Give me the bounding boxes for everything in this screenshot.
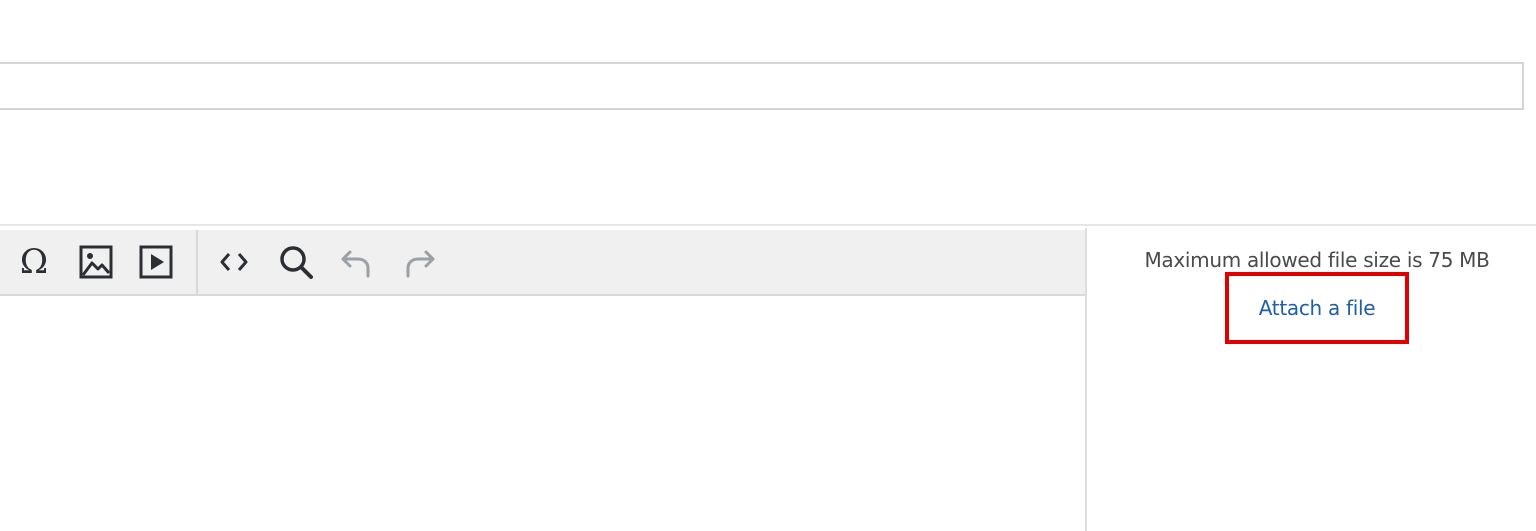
- source-code-button[interactable]: [214, 242, 254, 282]
- max-file-size-note: Maximum allowed file size is 75 MB: [1144, 248, 1490, 272]
- search-icon: [280, 246, 313, 279]
- insert-media-button[interactable]: [136, 242, 176, 282]
- find-replace-button[interactable]: [276, 242, 316, 282]
- toolbar-separator: [196, 230, 198, 296]
- redo-icon: [406, 250, 435, 278]
- omega-icon: Ω: [19, 242, 49, 282]
- editor-toolbar: Ω: [0, 230, 1085, 296]
- media-play-icon: [139, 245, 173, 279]
- editor-content-area[interactable]: [0, 298, 1085, 531]
- code-icon: [220, 253, 248, 271]
- subject-input[interactable]: [0, 62, 1524, 110]
- compose-page: Ω Maximum allowed file size is 75 MB Att…: [0, 0, 1536, 531]
- redo-button[interactable]: [400, 242, 440, 282]
- undo-icon: [341, 250, 370, 278]
- attach-file-link[interactable]: Attach a file: [1227, 274, 1407, 342]
- undo-button[interactable]: [336, 242, 376, 282]
- attachments-panel: Maximum allowed file size is 75 MB Attac…: [1087, 228, 1536, 531]
- rich-text-editor: Ω: [0, 226, 1085, 531]
- image-icon: [79, 245, 113, 279]
- insert-image-button[interactable]: [76, 242, 116, 282]
- special-character-button[interactable]: Ω: [14, 242, 54, 282]
